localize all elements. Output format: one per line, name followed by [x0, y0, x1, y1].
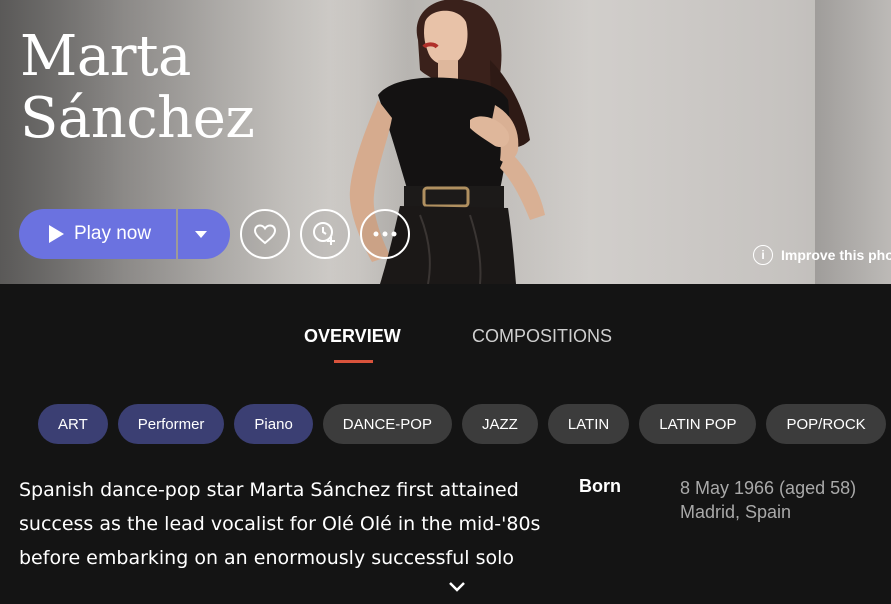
play-controls: Play now	[19, 209, 230, 259]
heart-icon	[253, 224, 277, 245]
bio-line: Spanish dance-pop star Marta Sánchez fir…	[19, 479, 519, 501]
play-now-label: Play now	[74, 223, 152, 244]
chevron-down-icon	[449, 582, 465, 592]
artist-name-line1: Marta	[20, 24, 191, 89]
caret-down-icon	[195, 230, 207, 238]
born-details: 8 May 1966 (aged 58) Madrid, Spain	[680, 476, 856, 524]
born-label: Born	[579, 476, 621, 496]
artist-name-line2: Sánchez	[20, 86, 255, 151]
chip-latin-pop[interactable]: LATIN POP	[639, 404, 757, 444]
clock-plus-icon	[313, 222, 335, 245]
chip-dance-pop[interactable]: DANCE-POP	[322, 404, 452, 444]
chip-performer[interactable]: Performer	[117, 404, 225, 444]
chip-pop-rock[interactable]: POP/ROCK	[766, 404, 886, 444]
hero-banner: Marta Sánchez Play now i Improve this ph…	[0, 0, 891, 284]
artist-name: Marta Sánchez	[20, 26, 340, 150]
active-tab-indicator	[334, 360, 373, 363]
chip-jazz[interactable]: JAZZ	[461, 404, 538, 444]
add-to-queue-button[interactable]	[300, 209, 350, 259]
genre-chip-list: ART Performer Piano DANCE-POP JAZZ LATIN…	[38, 404, 886, 444]
expand-bio-button[interactable]	[448, 580, 466, 598]
born-place: Madrid, Spain	[680, 502, 792, 522]
more-dots-icon	[373, 231, 397, 237]
improve-photo-link[interactable]: i Improve this pho	[753, 245, 891, 265]
bio-line: success as the lead vocalist for Olé Olé…	[19, 513, 541, 535]
chip-piano[interactable]: Piano	[234, 404, 313, 444]
bio-line: before embarking on an enormously succes…	[19, 547, 515, 569]
play-options-dropdown[interactable]	[178, 209, 230, 259]
born-date: 8 May 1966 (aged 58)	[680, 478, 857, 498]
info-icon: i	[753, 245, 773, 265]
more-options-button[interactable]	[360, 209, 410, 259]
play-now-button[interactable]: Play now	[19, 209, 176, 259]
tab-compositions[interactable]: COMPOSITIONS	[472, 326, 612, 347]
favorite-button[interactable]	[240, 209, 290, 259]
artist-bio: Spanish dance-pop star Marta Sánchez fir…	[19, 473, 541, 575]
improve-photo-label: Improve this pho	[781, 247, 891, 263]
chip-latin[interactable]: LATIN	[547, 404, 630, 444]
play-icon	[49, 225, 64, 243]
chip-art[interactable]: ART	[38, 404, 108, 444]
tab-overview[interactable]: OVERVIEW	[304, 326, 401, 347]
